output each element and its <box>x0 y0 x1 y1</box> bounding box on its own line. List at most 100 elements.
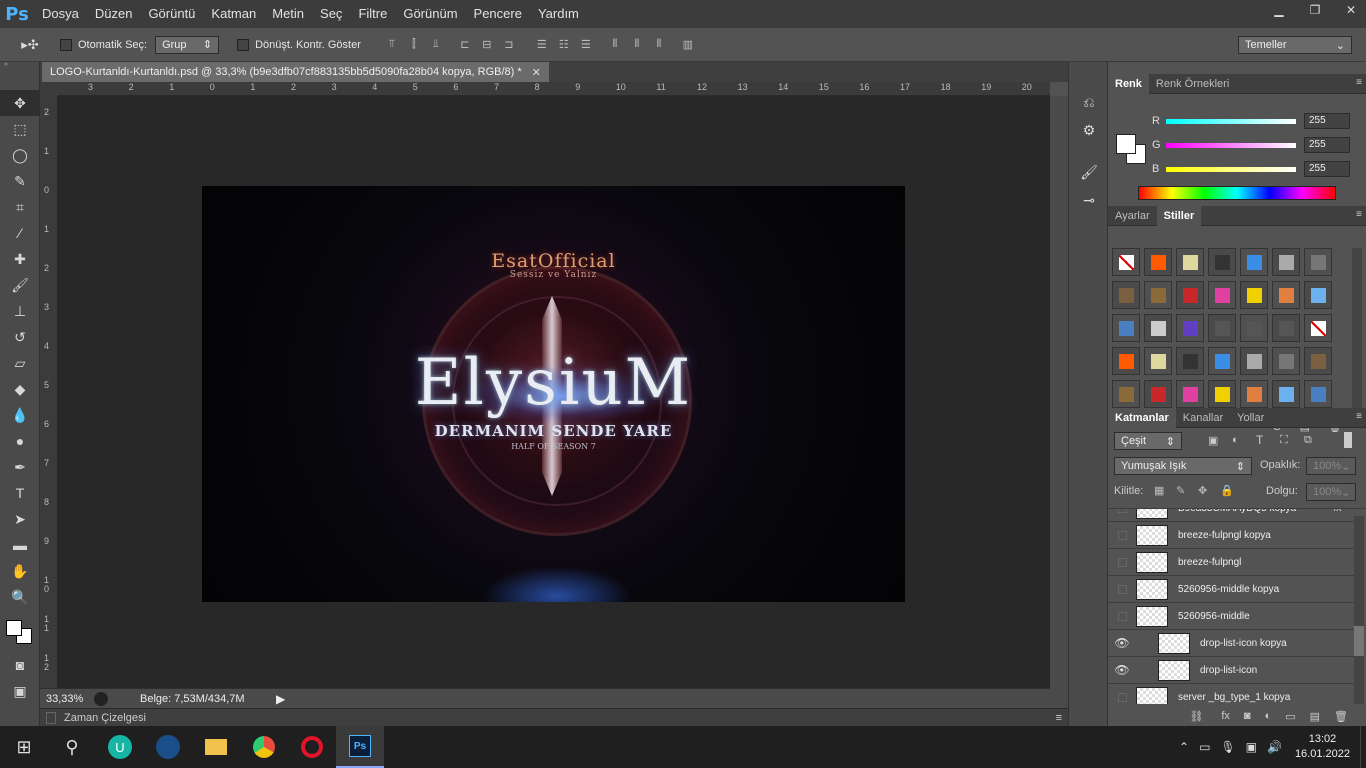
blue-value[interactable]: 255 <box>1304 161 1350 177</box>
adjustment-layer-icon[interactable]: ◐ <box>1265 710 1272 722</box>
quick-mask-icon[interactable]: ◙ <box>0 652 40 678</box>
style-swatch[interactable] <box>1272 347 1300 375</box>
style-swatch[interactable] <box>1112 347 1140 375</box>
filter-shape-icon[interactable]: ⛶ <box>1280 434 1288 447</box>
filter-type-icon[interactable]: T <box>1256 433 1263 447</box>
microphone-icon[interactable]: 🎙 <box>1220 740 1235 754</box>
align-right-icon[interactable]: ⊐ <box>501 38 517 52</box>
visibility-toggle[interactable] <box>1118 509 1127 513</box>
style-swatch[interactable] <box>1272 281 1300 309</box>
visibility-toggle[interactable] <box>1118 557 1127 567</box>
paint-bucket-tool-icon[interactable]: ◆ <box>0 376 40 402</box>
add-mask-icon[interactable]: ◙ <box>1244 710 1251 722</box>
move-tool-preset-icon[interactable]: ▸✣ <box>0 37 60 53</box>
layer-name[interactable]: drop-list-icon <box>1200 665 1257 676</box>
share-icon[interactable] <box>94 691 108 706</box>
clock[interactable]: 13:02 16.01.2022 <box>1295 732 1350 762</box>
blur-tool-icon[interactable]: 💧 <box>0 402 40 428</box>
style-swatch[interactable] <box>1112 380 1140 408</box>
menu-layer[interactable]: Katman <box>203 0 264 28</box>
filter-smart-icon[interactable]: ⧉ <box>1304 434 1312 447</box>
layer-thumbnail[interactable] <box>1136 509 1168 519</box>
opacity-field[interactable]: 100% ⌄ <box>1306 457 1356 475</box>
styles-scrollbar[interactable] <box>1352 248 1362 408</box>
foreground-color-swatch[interactable] <box>6 620 22 636</box>
menu-select[interactable]: Seç <box>312 0 350 28</box>
tab-styles[interactable]: Stiller <box>1156 205 1202 226</box>
menu-type[interactable]: Metin <box>264 0 312 28</box>
style-swatch[interactable] <box>1112 248 1140 276</box>
layer-row[interactable]: 👁 drop-list-icon kopya <box>1108 630 1358 657</box>
color-spectrum[interactable] <box>1138 186 1336 200</box>
menu-window[interactable]: Pencere <box>466 0 530 28</box>
layer-row[interactable]: breeze-fulpngl <box>1108 549 1358 576</box>
style-swatch[interactable] <box>1144 380 1172 408</box>
style-swatch[interactable] <box>1176 314 1204 342</box>
tab-adjustments[interactable]: Ayarlar <box>1108 206 1157 226</box>
menu-filter[interactable]: Filtre <box>350 0 395 28</box>
style-swatch[interactable] <box>1240 347 1268 375</box>
chrome-icon[interactable] <box>240 726 288 768</box>
lasso-tool-icon[interactable]: ◯ <box>0 142 40 168</box>
brush-presets-icon[interactable]: ⊸ <box>1069 186 1109 214</box>
layer-thumbnail[interactable] <box>1158 659 1190 681</box>
distribute-right-icon[interactable]: ⦀ <box>651 38 667 52</box>
file-explorer-icon[interactable] <box>192 726 240 768</box>
style-swatch[interactable] <box>1112 281 1140 309</box>
headset-app-icon[interactable] <box>144 726 192 768</box>
layer-name[interactable]: B9ea35CMAAyDQ5 kopya <box>1178 509 1296 514</box>
fill-field[interactable]: 100% ⌄ <box>1306 483 1356 501</box>
layer-row[interactable]: 5260956-middle kopya <box>1108 576 1358 603</box>
layer-thumbnail[interactable] <box>1136 551 1168 573</box>
move-tool-icon[interactable]: ✥ <box>0 90 40 116</box>
align-top-icon[interactable]: ⫪ <box>384 38 400 52</box>
battery-icon[interactable]: ▭ <box>1199 740 1210 754</box>
lock-transparent-icon[interactable]: ▦ <box>1154 484 1164 497</box>
workspace-dropdown[interactable]: Temeller ⌄ <box>1238 36 1352 54</box>
style-swatch[interactable] <box>1112 314 1140 342</box>
tab-channels[interactable]: Kanallar <box>1176 408 1230 428</box>
align-left-icon[interactable]: ⊏ <box>457 38 473 52</box>
zoom-tool-icon[interactable]: 🔍 <box>0 584 40 610</box>
style-swatch[interactable] <box>1240 281 1268 309</box>
status-menu-arrow-icon[interactable]: ▶ <box>276 692 285 706</box>
menu-help[interactable]: Yardım <box>530 0 587 28</box>
type-tool-icon[interactable]: T <box>0 480 40 506</box>
link-layers-icon[interactable]: ⛓ <box>1189 710 1203 723</box>
close-tab-icon[interactable]: ✕ <box>532 66 541 79</box>
properties-panel-icon[interactable]: ⚙ <box>1069 116 1109 144</box>
transform-controls-checkbox[interactable] <box>237 38 250 51</box>
clone-stamp-tool-icon[interactable]: ⊥ <box>0 298 40 324</box>
layer-thumbnail[interactable] <box>1136 578 1168 600</box>
layer-row[interactable]: B9ea35CMAAyDQ5 kopya fx <box>1108 509 1358 522</box>
lock-all-icon[interactable]: 🔒 <box>1220 484 1234 497</box>
style-swatch[interactable] <box>1240 314 1268 342</box>
timeline-menu-icon[interactable]: ≡ <box>1056 712 1062 724</box>
foreground-color-swatch[interactable] <box>1116 134 1136 154</box>
panel-menu-icon[interactable]: ≡ <box>1356 411 1362 422</box>
panel-menu-icon[interactable]: ≡ <box>1356 209 1362 220</box>
align-bottom-icon[interactable]: ⫫ <box>428 38 444 52</box>
layer-name[interactable]: 5260956-middle kopya <box>1178 584 1279 595</box>
opera-icon[interactable] <box>288 726 336 768</box>
layer-thumbnail[interactable] <box>1136 524 1168 546</box>
filter-pixel-icon[interactable]: ▣ <box>1208 434 1218 447</box>
layer-effects-icon[interactable]: fx <box>1333 509 1342 514</box>
layer-name[interactable]: 5260956-middle <box>1178 611 1250 622</box>
quick-select-tool-icon[interactable]: ✎ <box>0 168 40 194</box>
auto-select-dropdown[interactable]: Grup ⇕ <box>155 35 220 54</box>
rectangle-tool-icon[interactable]: ▬ <box>0 532 40 558</box>
history-panel-icon[interactable]: ⎌ <box>1069 88 1109 116</box>
style-swatch[interactable] <box>1176 380 1204 408</box>
red-value[interactable]: 255 <box>1304 113 1350 129</box>
timeline-collapse-icon[interactable] <box>46 711 56 724</box>
layer-row[interactable]: server _bg_type_1 kopya <box>1108 684 1358 704</box>
style-swatch[interactable] <box>1176 248 1204 276</box>
menu-image[interactable]: Görüntü <box>140 0 203 28</box>
healing-brush-tool-icon[interactable]: ✚ <box>0 246 40 272</box>
visibility-toggle[interactable] <box>1118 530 1127 540</box>
document-tab[interactable]: LOGO-Kurtanldı-Kurtanldı.psd @ 33,3% (b9… <box>42 62 549 82</box>
screen-mode-icon[interactable]: ▣ <box>0 678 40 704</box>
brush-panel-icon[interactable]: 🖌 <box>1069 158 1109 186</box>
vertical-scrollbar[interactable] <box>1050 96 1068 688</box>
